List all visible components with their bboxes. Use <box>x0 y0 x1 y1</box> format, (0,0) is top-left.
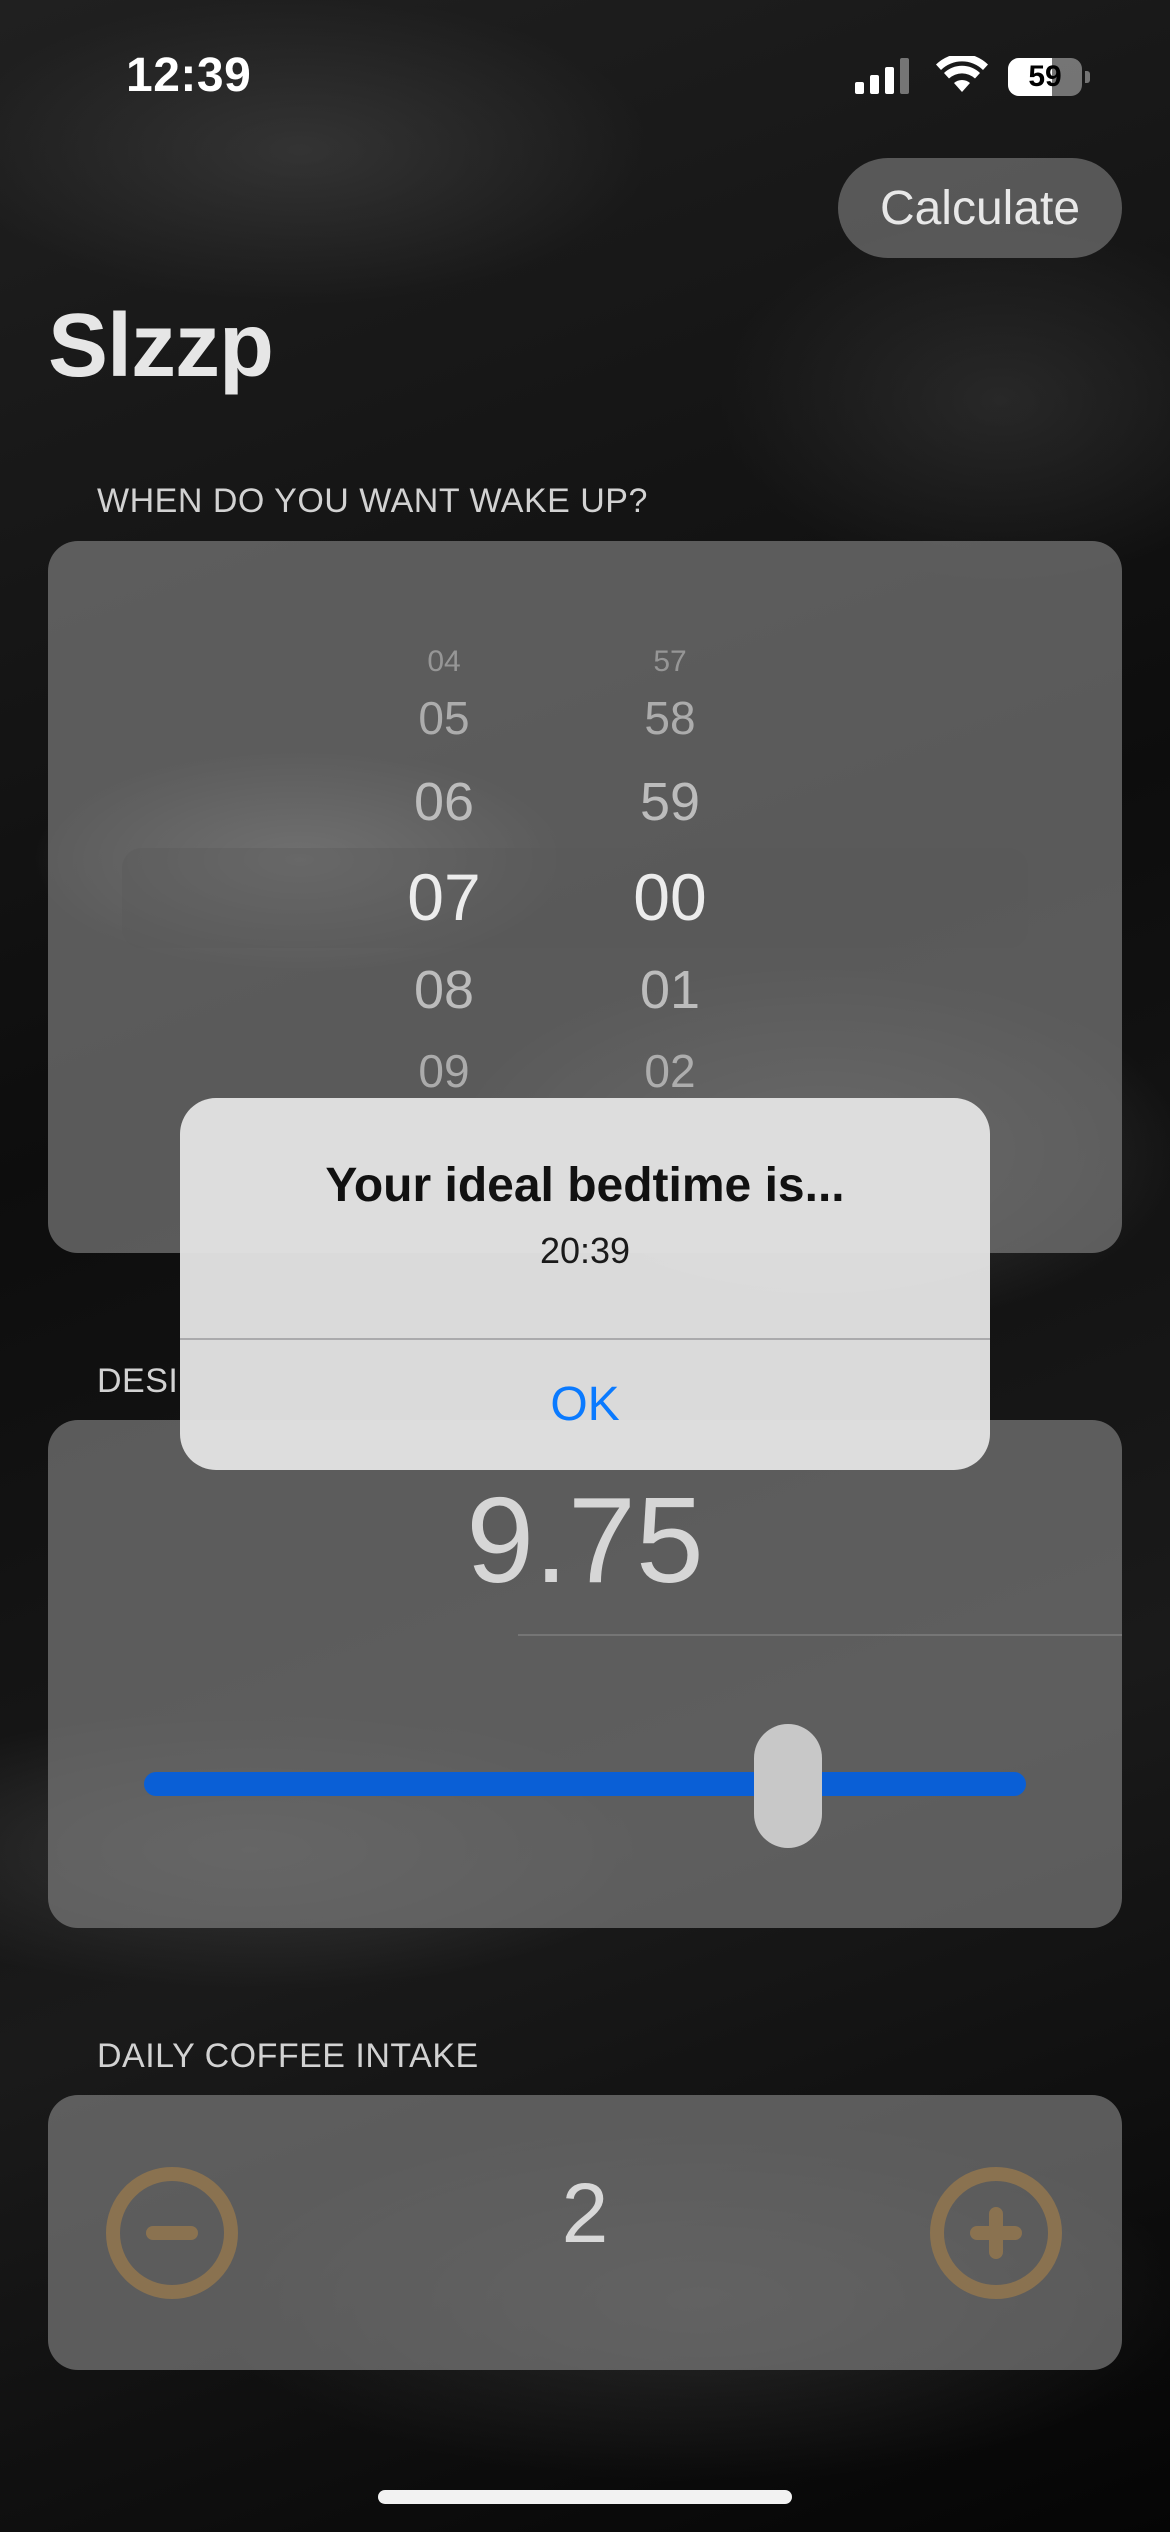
picker-hour-item[interactable]: 04 <box>344 645 544 679</box>
alert-title: Your ideal bedtime is... <box>325 1159 845 1212</box>
picker-minute-item[interactable]: 59 <box>570 771 770 833</box>
status-bar: 12:39 59 <box>0 0 1170 150</box>
sleep-slider-track[interactable] <box>144 1772 1026 1796</box>
alert-ok-button[interactable]: OK <box>180 1340 990 1470</box>
picker-hour-item[interactable]: 05 <box>344 691 544 745</box>
picker-hour-item[interactable]: 08 <box>344 959 544 1021</box>
picker-minute-selected[interactable]: 00 <box>570 859 770 935</box>
sleep-section-header: DESI <box>97 1362 179 1400</box>
home-indicator[interactable] <box>378 2490 792 2504</box>
picker-hour-selected[interactable]: 07 <box>344 859 544 935</box>
sleep-slider-thumb[interactable] <box>753 1724 822 1848</box>
cellular-signal-icon <box>855 58 915 94</box>
picker-minute-item[interactable]: 58 <box>570 691 770 745</box>
sleep-amount-card: 9.75 <box>48 1420 1122 1928</box>
calculate-button[interactable]: Calculate <box>838 158 1122 258</box>
page-title: Slzzp <box>48 296 274 396</box>
picker-minute-item[interactable]: 57 <box>570 645 770 679</box>
wake-section-header: WHEN DO YOU WANT WAKE UP? <box>97 482 648 520</box>
picker-hour-item[interactable]: 06 <box>344 771 544 833</box>
battery-percent: 59 <box>1028 60 1062 93</box>
picker-minute-item[interactable]: 01 <box>570 959 770 1021</box>
alert-message: 20:39 <box>539 1230 631 1271</box>
wifi-icon <box>936 56 988 92</box>
bedtime-alert: Your ideal bedtime is... 20:39 OK <box>180 1098 990 1470</box>
battery-icon: 59 <box>1008 58 1090 96</box>
divider <box>518 1634 1122 1636</box>
sleep-hours-value: 9.75 <box>466 1472 704 1608</box>
coffee-section-header: DAILY COFFEE INTAKE <box>97 2037 479 2075</box>
coffee-stepper-card: 2 <box>48 2095 1122 2370</box>
picker-minute-item[interactable]: 02 <box>570 1044 770 1098</box>
picker-hour-item[interactable]: 09 <box>344 1044 544 1098</box>
increment-button[interactable] <box>930 2167 1062 2299</box>
status-time: 12:39 <box>126 49 252 102</box>
